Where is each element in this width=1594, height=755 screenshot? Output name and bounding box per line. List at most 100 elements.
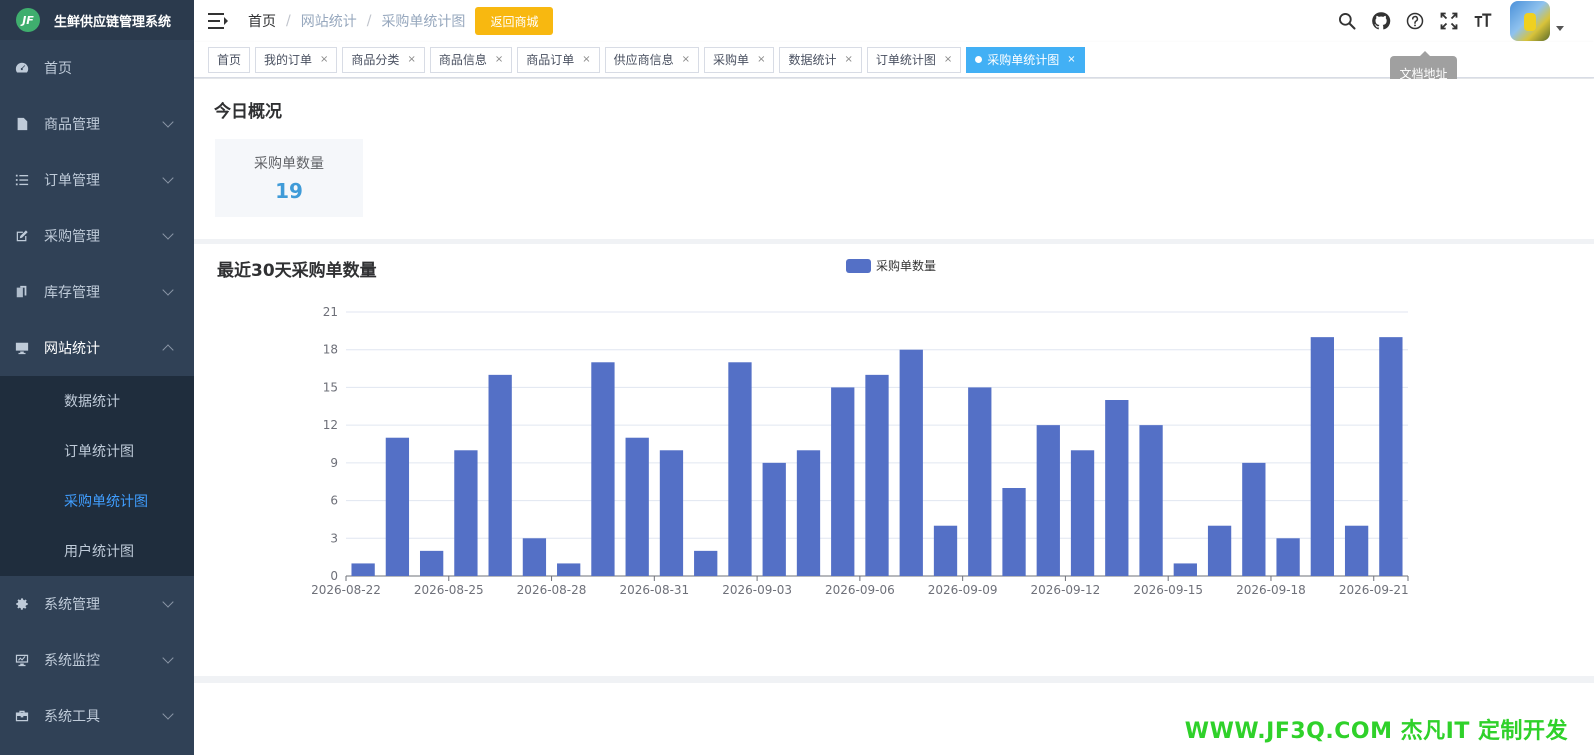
bar[interactable] [762,462,786,576]
breadcrumb-home[interactable]: 首页 [248,11,276,31]
submenu-item-0[interactable]: 数据统计 [0,376,194,426]
sidebar-item-label: 库存管理 [44,285,100,301]
tag-2[interactable]: 商品分类 × [342,46,425,73]
search-icon[interactable] [1330,0,1364,42]
bar[interactable] [1173,563,1197,576]
sidebar-item-2[interactable]: 订单管理 [0,152,194,208]
close-icon[interactable]: × [1067,54,1075,65]
tag-9[interactable]: 采购单统计图 × [966,46,1085,73]
sidebar-item-7[interactable]: 系统监控 [0,632,194,688]
bar[interactable] [454,450,478,576]
sidebar-item-label: 采购管理 [44,229,100,245]
sidebar-item-3[interactable]: 采购管理 [0,208,194,264]
document-icon [14,116,30,132]
return-to-mall-button[interactable]: 返回商城 [475,7,554,35]
navbar: 首页 / 网站统计 / 采购单统计图 返回商城 [194,0,1594,42]
y-tick-label: 0 [330,569,338,583]
sidebar-item-label: 订单管理 [44,173,100,189]
tag-label: 供应商信息 [613,53,674,67]
y-tick-label: 9 [330,456,338,470]
sidebar-item-1[interactable]: 商品管理 [0,96,194,152]
stat-card: 采购单数量 19 [215,139,363,217]
bar[interactable] [865,374,889,576]
bar[interactable] [385,437,410,576]
tag-5[interactable]: 供应商信息 × [604,46,700,73]
app-logo[interactable]: JF 生鲜供应链管理系统 [0,0,194,40]
tag-0[interactable]: 首页 [208,46,251,73]
avatar[interactable] [1510,1,1550,41]
close-icon[interactable]: × [495,54,503,65]
breadcrumb: 首页 / 网站统计 / 采购单统计图 [248,11,466,31]
sidebar-item-8[interactable]: 系统工具 [0,688,194,744]
close-icon[interactable]: × [320,54,328,65]
bar[interactable] [419,550,444,576]
bar[interactable] [831,387,855,576]
x-tick-label: 2026-08-28 [517,583,587,597]
bar[interactable] [1344,525,1369,576]
sidebar-item-0[interactable]: 首页 [0,40,194,96]
close-icon[interactable]: × [407,54,415,65]
x-tick-label: 2026-08-31 [619,583,689,597]
bar[interactable] [351,563,375,576]
bar[interactable] [1379,337,1403,576]
bar[interactable] [1310,337,1335,576]
breadcrumb-statistics: 网站统计 [300,14,357,30]
submenu: 数据统计 订单统计图 采购单统计图 用户统计图 [0,376,194,576]
bar[interactable] [1002,488,1026,576]
bar[interactable] [1036,425,1060,576]
tag-label: 商品信息 [438,53,487,67]
bar[interactable] [728,362,752,576]
tag-3[interactable]: 商品信息 × [429,46,513,73]
bar[interactable] [1276,538,1300,576]
sidebar-item-4[interactable]: 库存管理 [0,264,194,320]
logo-icon: JF [16,8,40,32]
fullscreen-icon[interactable] [1432,0,1466,42]
active-dot-icon [975,56,983,63]
tag-8[interactable]: 订单统计图 × [866,46,962,73]
sidebar-item-label: 网站统计 [44,341,100,357]
tag-1[interactable]: 我的订单 × [255,46,338,73]
github-icon[interactable] [1364,0,1398,42]
close-icon[interactable]: × [582,54,590,65]
bar[interactable] [796,450,821,576]
question-icon[interactable] [1398,0,1432,42]
bar[interactable] [557,563,581,576]
submenu-item-3[interactable]: 用户统计图 [0,526,194,576]
bar-chart: 0 3 6 9 12 15 18 21 2026-08-22 2026-08-25 2026-08-… [311,305,1409,597]
bar[interactable] [968,387,992,576]
bar[interactable] [522,538,547,576]
sidebar-item-5[interactable]: 网站统计 [0,320,194,376]
close-icon[interactable]: × [682,54,690,65]
tag-6[interactable]: 采购单 × [704,46,775,73]
tag-7[interactable]: 数据统计 × [779,46,862,73]
submenu-item-2[interactable]: 采购单统计图 [0,476,194,526]
chevron-down-icon[interactable] [1556,25,1564,31]
bar[interactable] [1105,400,1129,576]
sidebar-item-label: 首页 [44,61,72,77]
bar[interactable] [1070,450,1095,576]
bar[interactable] [488,374,512,576]
chevron-down-icon [162,228,174,240]
chevron-down-icon [162,596,174,608]
close-icon[interactable]: × [844,54,852,65]
tag-4[interactable]: 商品订单 × [517,46,600,73]
sidebar-item-6[interactable]: 系统管理 [0,576,194,632]
hamburger-icon[interactable] [208,13,228,29]
monitor-chart-icon [14,652,30,668]
x-tick-label: 2026-09-12 [1031,583,1101,597]
bar[interactable] [625,437,649,576]
overview-panel: 今日概况 采购单数量 19 [194,79,1594,239]
bar[interactable] [899,349,923,576]
font-size-icon[interactable] [1466,0,1500,42]
bar[interactable] [591,362,615,576]
bar[interactable] [1207,525,1232,576]
bar[interactable] [1139,425,1163,576]
bar[interactable] [694,550,718,576]
close-icon[interactable]: × [944,54,952,65]
submenu-item-1[interactable]: 订单统计图 [0,426,194,476]
bar[interactable] [1242,462,1266,576]
close-icon[interactable]: × [757,54,765,65]
x-tick-label: 2026-09-21 [1339,583,1409,597]
bar[interactable] [933,525,958,576]
bar[interactable] [659,450,684,576]
